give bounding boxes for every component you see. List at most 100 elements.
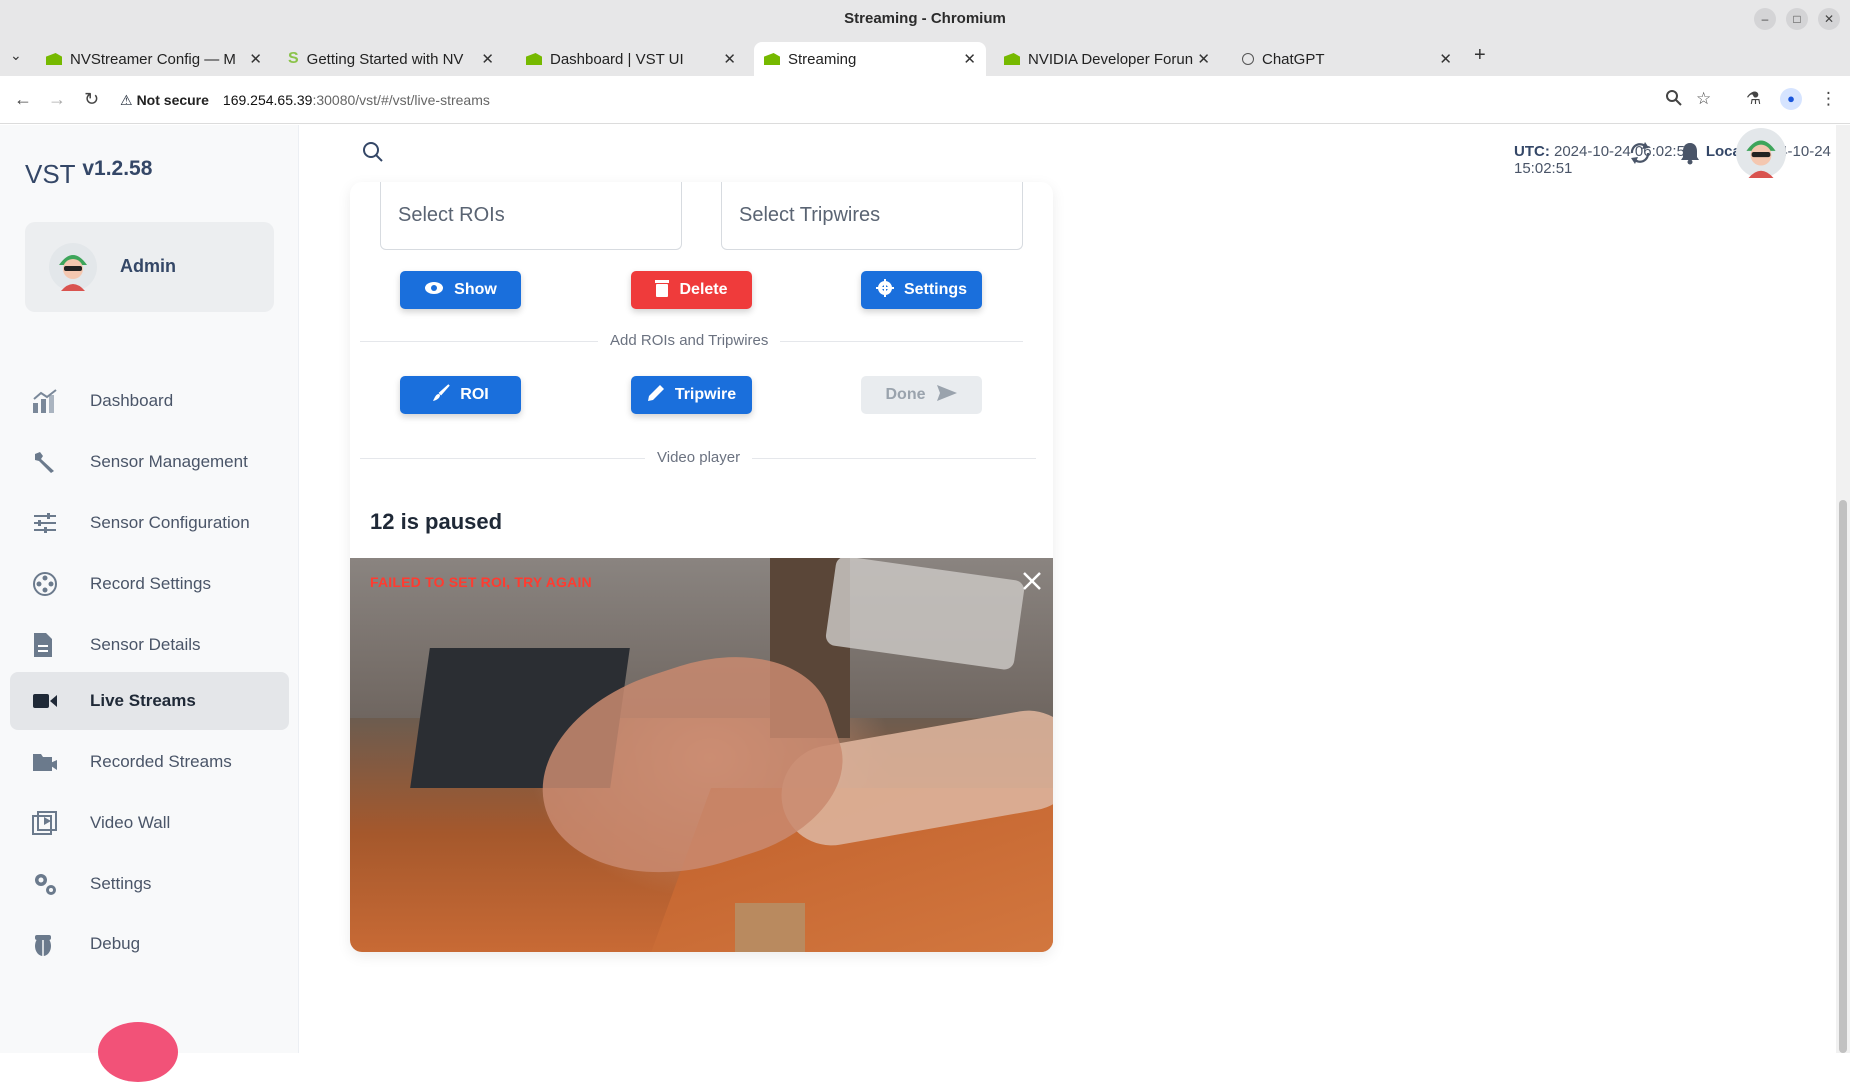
clock-readout: UTC: 2024-10-24 06:02:51 Local: 2024-10-… (1514, 143, 1834, 177)
sliders-icon (32, 511, 76, 535)
reload-icon[interactable]: ↻ (84, 89, 99, 110)
new-tab-plus-icon[interactable]: + (1474, 44, 1486, 67)
video-camera-icon (32, 692, 76, 710)
app-brand: VST v1.2.58 (25, 157, 152, 190)
gears-icon (32, 871, 76, 897)
window-titlebar: Streaming - Chromium – □ ✕ (0, 0, 1850, 38)
browser-toolbar: ← → ↻ ⚠ Not secure 169.254.65.39:30080/v… (0, 76, 1850, 124)
browser-tab-active[interactable]: Streaming ✕ (754, 42, 986, 76)
video-player[interactable]: FAILED TO SET ROI, TRY AGAIN (350, 558, 1053, 952)
s-icon: S (288, 50, 299, 67)
utc-label: UTC: (1514, 143, 1550, 160)
chart-icon (32, 389, 76, 413)
sidebar-item-label: Settings (90, 874, 152, 893)
window-title: Streaming - Chromium (844, 10, 1006, 27)
pencil-icon (647, 384, 665, 407)
chatgpt-icon (1242, 53, 1254, 65)
tab-label: Dashboard | VST UI (550, 50, 684, 68)
nvidia-icon (1004, 53, 1020, 65)
tab-close-icon[interactable]: ✕ (481, 50, 494, 68)
sidebar-item-live-streams[interactable]: Live Streams (10, 672, 289, 730)
document-icon (32, 632, 76, 658)
browser-tab[interactable]: S Getting Started with NV ✕ (278, 42, 504, 76)
maximize-icon[interactable]: □ (1786, 8, 1808, 30)
sidebar-item-label: Sensor Details (90, 635, 201, 654)
kebab-menu-icon[interactable]: ⋮ (1820, 89, 1837, 109)
refresh-sync-icon[interactable] (1628, 141, 1652, 170)
search-icon[interactable] (362, 141, 384, 168)
tab-label: Streaming (788, 50, 857, 68)
warning-triangle-icon: ⚠ (120, 91, 133, 108)
app-version: v1.2.58 (82, 157, 153, 180)
select-tripwires-dropdown[interactable]: Select Tripwires (721, 182, 1023, 250)
sidebar-item-debug[interactable]: Debug (10, 915, 289, 973)
profile-button[interactable]: ● (1780, 88, 1802, 110)
video-frame-box (735, 903, 805, 952)
tab-close-icon[interactable]: ✕ (723, 50, 736, 68)
settings-label: Settings (903, 281, 968, 298)
sidebar-item-video-wall[interactable]: Video Wall (10, 794, 289, 852)
page-scrollbar[interactable] (1836, 125, 1850, 1053)
user-card[interactable]: Admin (25, 222, 274, 312)
url-path: :30080/vst/#/vst/live-streams (312, 92, 490, 108)
sidebar-item-label: Live Streams (90, 691, 196, 710)
sidebar-item-sensor-configuration[interactable]: Sensor Configuration (10, 494, 289, 552)
mascot-decoration (98, 1022, 178, 1082)
labs-flask-icon[interactable]: ⚗ (1746, 89, 1761, 109)
show-label: Show (454, 281, 497, 298)
brand-name: VST (25, 159, 76, 189)
zoom-magnifier-icon[interactable] (1665, 89, 1683, 112)
roi-label: ROI (460, 386, 489, 403)
nvidia-icon (526, 53, 542, 65)
notification-bell-icon[interactable] (1679, 141, 1701, 170)
browser-tab[interactable]: NVIDIA Developer Forun ✕ (994, 42, 1220, 76)
close-window-icon[interactable]: ✕ (1818, 8, 1840, 30)
browser-tab[interactable]: NVStreamer Config — M ✕ (36, 42, 272, 76)
bookmark-star-icon[interactable]: ☆ (1696, 89, 1711, 109)
scrollbar-thumb[interactable] (1839, 500, 1847, 1053)
stream-status-title: 12 is paused (370, 509, 503, 534)
browser-tab[interactable]: Dashboard | VST UI ✕ (516, 42, 746, 76)
minimize-icon[interactable]: – (1754, 8, 1776, 30)
sidebar-item-label: Dashboard (90, 391, 174, 410)
browser-tab[interactable]: ChatGPT ✕ (1232, 42, 1462, 76)
tab-search-chevron-icon[interactable]: ⌄ (10, 47, 22, 64)
url-host: 169.254.65.39 (222, 92, 313, 108)
roi-button[interactable]: ROI (400, 376, 521, 414)
profile-person-icon: ● (1780, 88, 1802, 110)
sidebar-item-label: Sensor Management (90, 452, 248, 471)
play-stack-icon (32, 811, 76, 835)
delete-button[interactable]: Delete (631, 271, 752, 309)
tab-label: Getting Started with NV (306, 50, 464, 68)
back-arrow-icon[interactable]: ← (14, 89, 32, 110)
tab-label: NVIDIA Developer Forun (1028, 50, 1194, 68)
sidebar-item-recorded-streams[interactable]: Recorded Streams (10, 733, 289, 791)
film-reel-icon (32, 571, 76, 597)
settings-button[interactable]: Settings (861, 271, 982, 309)
tab-close-icon[interactable]: ✕ (249, 50, 262, 68)
gear-icon (875, 278, 894, 302)
header-avatar-icon[interactable] (1736, 128, 1786, 183)
nvidia-icon (764, 53, 780, 65)
top-header: UTC: 2024-10-24 06:02:51 Local: 2024-10-… (300, 125, 1834, 179)
select-rois-dropdown[interactable]: Select ROIs (380, 182, 682, 250)
tab-close-icon[interactable]: ✕ (1197, 50, 1210, 68)
tab-close-icon[interactable]: ✕ (963, 50, 976, 68)
forward-arrow-icon[interactable]: → (48, 89, 66, 110)
done-button[interactable]: Done (861, 376, 982, 414)
sidebar-item-label: Sensor Configuration (90, 513, 250, 532)
close-video-icon[interactable] (1021, 570, 1043, 597)
sidebar-item-dashboard[interactable]: Dashboard (10, 372, 289, 430)
utc-time: 2024-10-24 06:02:51 (1554, 143, 1694, 160)
sidebar-item-record-settings[interactable]: Record Settings (10, 555, 289, 613)
sidebar-item-sensor-details[interactable]: Sensor Details (10, 616, 289, 674)
tab-strip: ⌄ NVStreamer Config — M ✕ S Getting Star… (0, 38, 1850, 76)
address-bar[interactable]: ⚠ Not secure 169.254.65.39:30080/vst/#/v… (120, 85, 1720, 115)
sidebar-item-sensor-management[interactable]: Sensor Management (10, 433, 289, 491)
sidebar-item-settings[interactable]: Settings (10, 855, 289, 913)
trash-icon (655, 279, 670, 302)
tripwire-button[interactable]: Tripwire (631, 376, 752, 414)
show-button[interactable]: Show (400, 271, 521, 309)
tab-close-icon[interactable]: ✕ (1439, 50, 1452, 68)
roi-error-message: FAILED TO SET ROI, TRY AGAIN (370, 574, 592, 590)
